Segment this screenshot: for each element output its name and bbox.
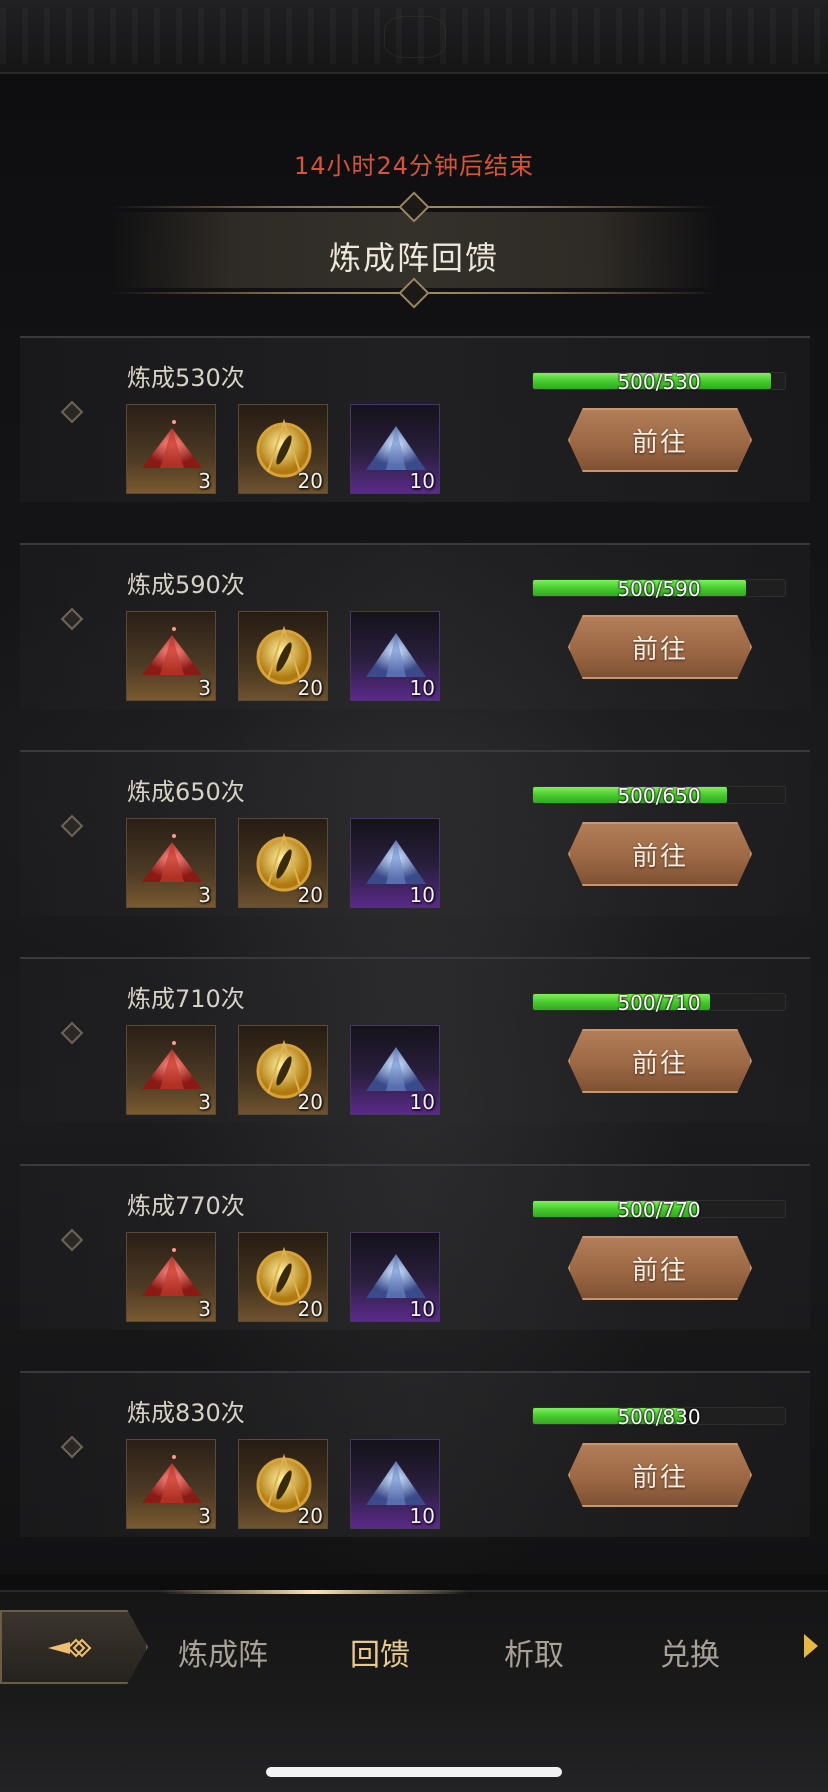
reward-item[interactable]: 3	[126, 1439, 216, 1529]
row-title: 炼成590次	[127, 571, 245, 599]
bottom-tab-bar: 炼成阵 回馈 析取 兑换	[0, 1590, 828, 1714]
reward-item[interactable]: 20	[238, 1232, 328, 1322]
reward-item[interactable]: 10	[350, 818, 440, 908]
item-count: 10	[409, 1504, 435, 1528]
go-button[interactable]: 前往	[568, 1236, 752, 1300]
item-count: 10	[409, 1297, 435, 1321]
home-indicator[interactable]	[266, 1767, 562, 1777]
row-title: 炼成770次	[127, 1192, 245, 1220]
item-count: 20	[297, 676, 323, 700]
scroll-right-arrow-icon[interactable]	[804, 1634, 818, 1658]
progress-bar: 500/710	[532, 991, 786, 1015]
go-button[interactable]: 前往	[568, 408, 752, 472]
tab-rewards[interactable]: 回馈	[350, 1630, 410, 1674]
reward-item[interactable]: 20	[238, 818, 328, 908]
reward-item[interactable]: 20	[238, 611, 328, 701]
progress-text: 500/530	[617, 370, 701, 394]
reward-item[interactable]: 20	[238, 1439, 328, 1529]
item-count: 10	[409, 1090, 435, 1114]
reward-row: 炼成710次 3 20 10 500/710 前往	[20, 957, 810, 1123]
progress-text: 500/650	[617, 784, 701, 808]
progress-bar: 500/650	[532, 784, 786, 808]
item-count: 3	[198, 883, 211, 907]
row-title: 炼成530次	[127, 364, 245, 392]
go-button[interactable]: 前往	[568, 1029, 752, 1093]
item-count: 3	[198, 1297, 211, 1321]
top-frame	[0, 0, 828, 74]
reward-item[interactable]: 10	[350, 404, 440, 494]
progress-text: 500/710	[617, 991, 701, 1015]
reward-row: 炼成650次 3 20 10 500/650 前往	[20, 750, 810, 916]
reward-item[interactable]: 20	[238, 1025, 328, 1115]
reward-item[interactable]: 10	[350, 1025, 440, 1115]
row-diamond-icon	[60, 1021, 84, 1045]
item-count: 3	[198, 676, 211, 700]
reward-item[interactable]: 10	[350, 611, 440, 701]
row-diamond-icon	[60, 814, 84, 838]
go-button[interactable]: 前往	[568, 615, 752, 679]
reward-item[interactable]: 3	[126, 1025, 216, 1115]
reward-row: 炼成530次 3 20 10 500/530 前往	[20, 336, 810, 502]
tab-alchemy-array[interactable]: 炼成阵	[178, 1630, 268, 1674]
reward-row: 炼成830次 3 20 10 500/830 前往	[20, 1371, 810, 1537]
diamond-arrow-icon	[48, 1638, 92, 1658]
go-button[interactable]: 前往	[568, 1443, 752, 1507]
row-diamond-icon	[60, 1435, 84, 1459]
row-diamond-icon	[60, 400, 84, 424]
countdown-text: 14小时24分钟后结束	[293, 152, 535, 180]
progress-bar: 500/590	[532, 577, 786, 601]
item-count: 20	[297, 1297, 323, 1321]
item-count: 20	[297, 469, 323, 493]
progress-bar: 500/830	[532, 1405, 786, 1429]
bottom-bezel	[0, 1714, 828, 1792]
reward-row: 炼成590次 3 20 10 500/590 前往	[20, 543, 810, 709]
item-count: 20	[297, 883, 323, 907]
reward-item[interactable]: 20	[238, 404, 328, 494]
active-tab-glow	[160, 1590, 468, 1594]
progress-text: 500/590	[617, 577, 701, 601]
row-title: 炼成650次	[127, 778, 245, 806]
reward-row: 炼成770次 3 20 10 500/770 前往	[20, 1164, 810, 1330]
item-count: 10	[409, 883, 435, 907]
progress-text: 500/770	[617, 1198, 701, 1222]
go-button[interactable]: 前往	[568, 822, 752, 886]
row-title: 炼成830次	[127, 1399, 245, 1427]
item-count: 3	[198, 1090, 211, 1114]
progress-text: 500/830	[617, 1405, 701, 1429]
reward-item[interactable]: 10	[350, 1232, 440, 1322]
item-count: 3	[198, 1504, 211, 1528]
home-tab-button[interactable]	[0, 1610, 148, 1684]
progress-bar: 500/770	[532, 1198, 786, 1222]
reward-item[interactable]: 10	[350, 1439, 440, 1529]
item-count: 10	[409, 469, 435, 493]
item-count: 20	[297, 1090, 323, 1114]
item-count: 10	[409, 676, 435, 700]
tab-extract[interactable]: 析取	[504, 1630, 564, 1674]
reward-item[interactable]: 3	[126, 611, 216, 701]
title-banner: 炼成阵回馈	[110, 191, 718, 309]
row-diamond-icon	[60, 1228, 84, 1252]
reward-item[interactable]: 3	[126, 818, 216, 908]
row-diamond-icon	[60, 607, 84, 631]
reward-item[interactable]: 3	[126, 1232, 216, 1322]
item-count: 3	[198, 469, 211, 493]
row-title: 炼成710次	[127, 985, 245, 1013]
progress-bar: 500/530	[532, 370, 786, 394]
reward-item[interactable]: 3	[126, 404, 216, 494]
item-count: 20	[297, 1504, 323, 1528]
tab-exchange[interactable]: 兑换	[660, 1630, 720, 1674]
page-title: 炼成阵回馈	[328, 239, 499, 277]
